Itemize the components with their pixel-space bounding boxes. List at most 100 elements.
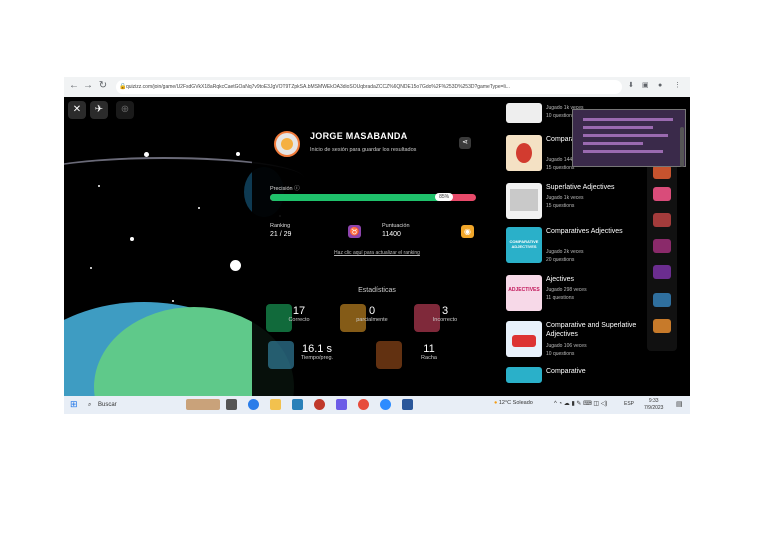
app-icon[interactable] — [314, 399, 325, 410]
mail-icon[interactable] — [292, 399, 303, 410]
word-icon[interactable] — [402, 399, 413, 410]
windows-start-icon[interactable]: ⊞ — [70, 399, 78, 410]
correct-count: 17 — [292, 305, 306, 317]
partial-label: parcialmente — [356, 317, 388, 323]
quiz-thumbnail — [506, 321, 542, 357]
chrome-icon[interactable] — [358, 399, 369, 410]
star — [230, 260, 241, 271]
avatar-image — [281, 138, 293, 150]
precision-label: Precisión ⓘ — [270, 184, 300, 192]
task-view-icon[interactable] — [226, 399, 237, 410]
player-name: JORGE MASABANDA — [310, 131, 408, 141]
stat-time: 16.1 s Tiempo/preg. — [282, 343, 352, 361]
precision-label-text: Precisión — [270, 186, 293, 192]
language-indicator[interactable]: ESP — [624, 401, 634, 407]
close-button[interactable]: ✕ — [68, 101, 86, 119]
sun-icon: ● — [494, 400, 498, 406]
list-item[interactable]: ADJECTIVES Ajectives Jugado 298 veces 11… — [506, 275, 646, 315]
ranking-value: 21 / 29 — [270, 231, 292, 238]
powerup-icon[interactable] — [653, 165, 671, 179]
powerup-icon[interactable] — [653, 293, 671, 307]
browser-toolbar: ← → ↻ 🔒 quizizz.com/join/game/U2FsdGVkX1… — [64, 77, 690, 97]
partial-count: 0 — [368, 305, 376, 317]
login-prompt[interactable]: Inicio de sesión para guardar los result… — [310, 147, 416, 153]
file-explorer-icon[interactable] — [270, 399, 281, 410]
screenshot-frame: ← → ↻ 🔒 quizizz.com/join/game/U2FsdGVkX1… — [64, 77, 690, 414]
list-item[interactable]: Comparative and Superlative Adjectives J… — [506, 321, 646, 361]
incorrect-count: 3 — [441, 305, 449, 317]
profile-icon[interactable]: ● — [658, 81, 662, 91]
preview-row — [583, 134, 668, 137]
update-ranking-link[interactable]: Haz clic aquí para actualizar el ranking — [252, 250, 502, 256]
score-value: 11400 — [382, 231, 401, 238]
streak-value: 11 — [423, 343, 435, 355]
send-icon: ✈ — [94, 104, 104, 115]
url-text: quizizz.com/join/game/U2FsdGVkX18aRqkcCa… — [126, 84, 510, 90]
preview-row — [583, 142, 643, 145]
sidebar-scrollbar[interactable] — [680, 127, 684, 167]
floating-preview-window[interactable] — [572, 109, 686, 167]
quiz-thumbnail — [506, 183, 542, 219]
powerup-icon[interactable] — [653, 319, 671, 333]
sidebar-toggle-icon[interactable]: ▣ — [642, 81, 649, 91]
search-highlight-image — [186, 399, 220, 410]
search-icon: ⌕ — [88, 402, 92, 408]
menu-kebab-icon[interactable]: ⋮ — [674, 81, 681, 91]
quiz-thumbnail — [506, 135, 542, 171]
quiz-title: Superlative Adjectives — [546, 184, 615, 191]
precision-bar-overlay: 85% — [270, 193, 476, 201]
search-placeholder: Buscar — [98, 402, 117, 408]
weather-widget[interactable]: ● 12°C Soleado — [494, 400, 533, 406]
trophy-icon: ♉ — [348, 225, 361, 238]
share-button[interactable]: ⋖ — [459, 137, 471, 149]
score-label: Puntuación — [382, 223, 410, 229]
close-icon: ✕ — [72, 104, 82, 115]
powerup-icon[interactable] — [653, 239, 671, 253]
quiz-thumbnail: COMPARATIVE ADJECTIVES — [506, 227, 542, 263]
star — [90, 267, 92, 269]
quiz-questions: 20 questions — [546, 257, 575, 263]
star — [130, 237, 134, 241]
info-icon[interactable]: ⓘ — [294, 186, 300, 192]
taskbar: ⊞ ⌕ Buscar ● 12°C Soleado ^ ◔ ☁ ▮ ✎ ⌨ ◫ … — [64, 396, 690, 414]
quiz-played: Jugado 106 veces — [546, 343, 587, 349]
list-item[interactable]: Superlative Adjectives Jugado 1k veces 1… — [506, 183, 646, 223]
stat-streak: 11 Racha — [394, 343, 464, 361]
quiz-questions: 15 questions — [546, 165, 575, 171]
tray-icons[interactable]: ^ ◔ ☁ ▮ ✎ ⌨ ◫ ◁) — [554, 400, 607, 407]
quiz-thumbnail: ADJECTIVES — [506, 275, 542, 311]
stats-title: Estadísticas — [358, 287, 396, 294]
powerup-icon[interactable] — [653, 187, 671, 201]
clock-time: 9:33 — [648, 398, 659, 404]
quiz-title: Comparative — [546, 368, 586, 375]
reload-icon[interactable]: ↻ — [97, 80, 109, 92]
recommended-quizzes: Jugado 1k veces 10 questions Comparative… — [502, 97, 688, 396]
edge-icon[interactable] — [248, 399, 259, 410]
zoom-button[interactable]: ⊕ — [116, 101, 134, 119]
preview-row — [583, 150, 663, 153]
back-icon[interactable]: ← — [68, 80, 80, 92]
preview-row — [583, 126, 653, 129]
stat-incorrect: 3 Incorrecto — [410, 305, 480, 323]
results-panel: JORGE MASABANDA Inicio de sesión para gu… — [252, 97, 502, 396]
clock[interactable]: 9:33 7/9/2023 — [644, 398, 663, 412]
powerup-icon[interactable] — [653, 265, 671, 279]
taskbar-search[interactable]: ⌕ Buscar — [86, 398, 181, 412]
star — [98, 185, 100, 187]
quiz-played: Jugado 298 veces — [546, 287, 587, 293]
star — [144, 152, 149, 157]
app-icon[interactable] — [336, 399, 347, 410]
address-bar[interactable]: 🔒 quizizz.com/join/game/U2FsdGVkX18aRqkc… — [116, 80, 622, 94]
notification-icon[interactable]: ▤ — [676, 400, 683, 408]
list-item[interactable]: Comparative — [506, 367, 646, 396]
list-item[interactable]: COMPARATIVE ADJECTIVES Comparatives Adje… — [506, 227, 646, 267]
forward-icon[interactable]: → — [82, 80, 94, 92]
quiz-thumbnail — [506, 103, 542, 123]
share-game-button[interactable]: ✈ — [90, 101, 108, 119]
powerup-icon[interactable] — [653, 213, 671, 227]
precision-percent: 85% — [435, 193, 454, 201]
zoom-app-icon[interactable] — [380, 399, 391, 410]
ranking-label: Ranking — [270, 223, 291, 229]
stat-correct: 17 Correcto — [264, 305, 334, 323]
download-icon[interactable]: ⬇ — [628, 81, 634, 91]
